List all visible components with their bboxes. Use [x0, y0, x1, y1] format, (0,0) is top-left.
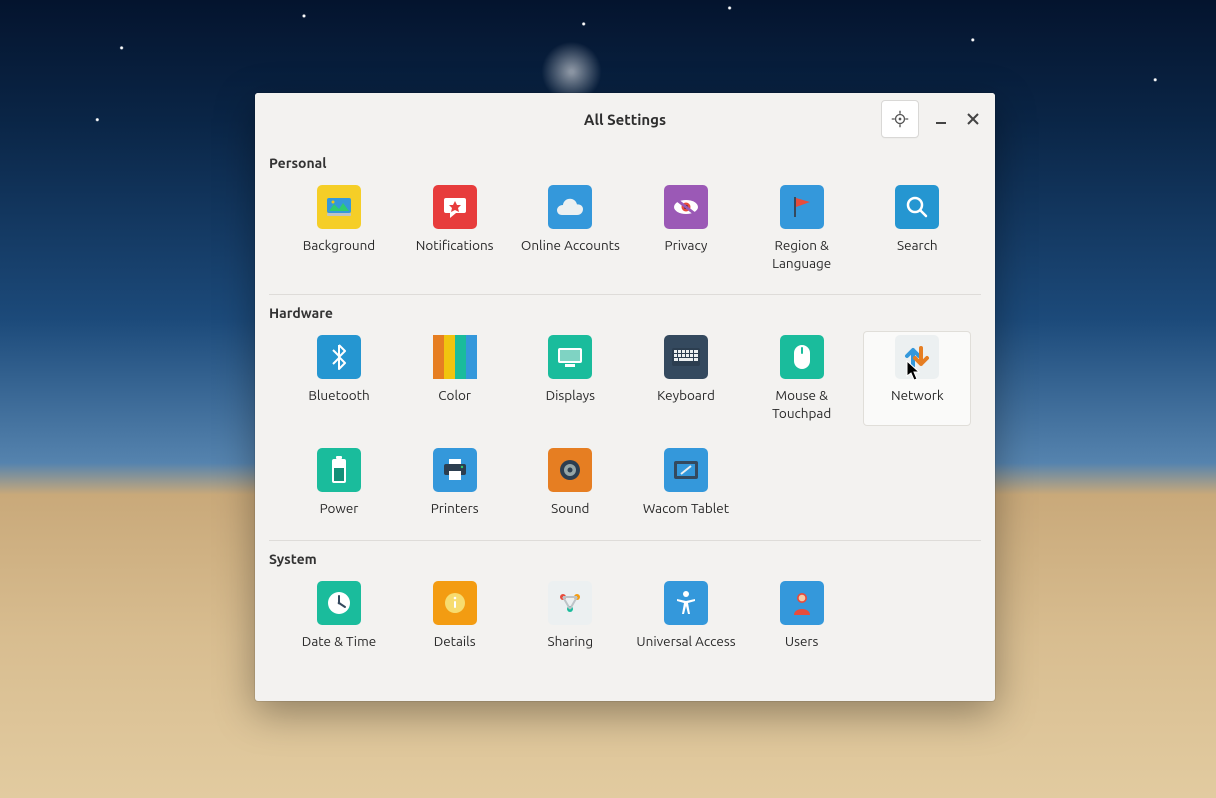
close-icon [967, 113, 979, 125]
search-icon [905, 195, 929, 219]
color-icon [433, 335, 477, 379]
section-system: System Date & Time [269, 541, 981, 673]
cloud-icon [555, 197, 585, 217]
section-personal: Personal Background [269, 145, 981, 295]
display-icon [556, 345, 584, 369]
item-details[interactable]: Details [401, 577, 509, 655]
tablet-icon [673, 460, 699, 480]
bluetooth-icon [331, 344, 347, 370]
item-privacy[interactable]: Privacy [632, 181, 740, 276]
desktop-wallpaper: All Settings [0, 0, 1216, 798]
item-label: Keyboard [657, 387, 715, 405]
info-icon [443, 591, 467, 615]
titlebar: All Settings [255, 93, 995, 145]
section-title-hardware: Hardware [269, 305, 981, 321]
item-label: Search [897, 237, 938, 255]
item-keyboard[interactable]: Keyboard [632, 331, 740, 426]
item-label: Bluetooth [308, 387, 369, 405]
section-title-personal: Personal [269, 155, 981, 171]
grid-hardware: Bluetooth Color [269, 329, 981, 522]
item-users[interactable]: Users [748, 577, 856, 655]
item-label: Mouse & Touchpad [752, 387, 852, 422]
item-displays[interactable]: Displays [516, 331, 624, 426]
user-icon [791, 591, 813, 615]
item-label: Displays [546, 387, 595, 405]
mouse-icon [793, 344, 811, 370]
item-universal-access[interactable]: Universal Access [632, 577, 740, 655]
item-label: Background [303, 237, 375, 255]
item-bluetooth[interactable]: Bluetooth [285, 331, 393, 426]
item-online-accounts[interactable]: Online Accounts [516, 181, 624, 276]
item-label: Sound [551, 500, 589, 518]
item-region-language[interactable]: Region & Language [748, 181, 856, 276]
minimize-button[interactable] [925, 101, 957, 137]
window-controls [881, 93, 989, 145]
item-label: Notifications [416, 237, 494, 255]
item-sharing[interactable]: Sharing [516, 577, 624, 655]
grid-system: Date & Time Details [269, 575, 981, 655]
item-label: Details [434, 633, 476, 651]
item-label: Network [891, 387, 944, 405]
grid-personal: Background Notifications [269, 179, 981, 276]
background-icon [326, 196, 352, 218]
item-power[interactable]: Power [285, 444, 393, 522]
item-printers[interactable]: Printers [401, 444, 509, 522]
minimize-icon [935, 113, 947, 125]
item-search[interactable]: Search [863, 181, 971, 276]
item-label: Online Accounts [521, 237, 620, 255]
item-wacom-tablet[interactable]: Wacom Tablet [632, 444, 740, 522]
item-notifications[interactable]: Notifications [401, 181, 509, 276]
flag-icon [790, 195, 814, 219]
item-color[interactable]: Color [401, 331, 509, 426]
settings-content: Personal Background [255, 145, 995, 701]
battery-icon [330, 456, 348, 484]
item-network[interactable]: Network [863, 331, 971, 426]
item-label: Printers [431, 500, 479, 518]
window-title: All Settings [584, 111, 666, 128]
item-mouse-touchpad[interactable]: Mouse & Touchpad [748, 331, 856, 426]
notifications-icon [442, 195, 468, 219]
item-date-time[interactable]: Date & Time [285, 577, 393, 655]
section-title-system: System [269, 551, 981, 567]
item-label: Date & Time [302, 633, 376, 651]
item-background[interactable]: Background [285, 181, 393, 276]
accessibility-icon [675, 590, 697, 616]
item-label: Universal Access [636, 633, 735, 651]
crosshair-icon [891, 110, 909, 128]
sharing-icon [557, 591, 583, 615]
item-label: Privacy [665, 237, 708, 255]
clock-icon [326, 590, 352, 616]
settings-window: All Settings [255, 93, 995, 701]
locate-button[interactable] [881, 100, 919, 138]
section-hardware: Hardware Bluetooth [269, 295, 981, 541]
keyboard-icon [671, 347, 701, 367]
printer-icon [442, 458, 468, 482]
item-sound[interactable]: Sound [516, 444, 624, 522]
speaker-icon [558, 458, 582, 482]
eye-icon [672, 198, 700, 216]
network-icon [903, 344, 931, 370]
close-button[interactable] [957, 101, 989, 137]
item-label: Wacom Tablet [643, 500, 729, 518]
item-label: Sharing [548, 633, 594, 651]
item-label: Color [438, 387, 471, 405]
item-label: Region & Language [752, 237, 852, 272]
item-label: Power [320, 500, 359, 518]
item-label: Users [785, 633, 819, 651]
